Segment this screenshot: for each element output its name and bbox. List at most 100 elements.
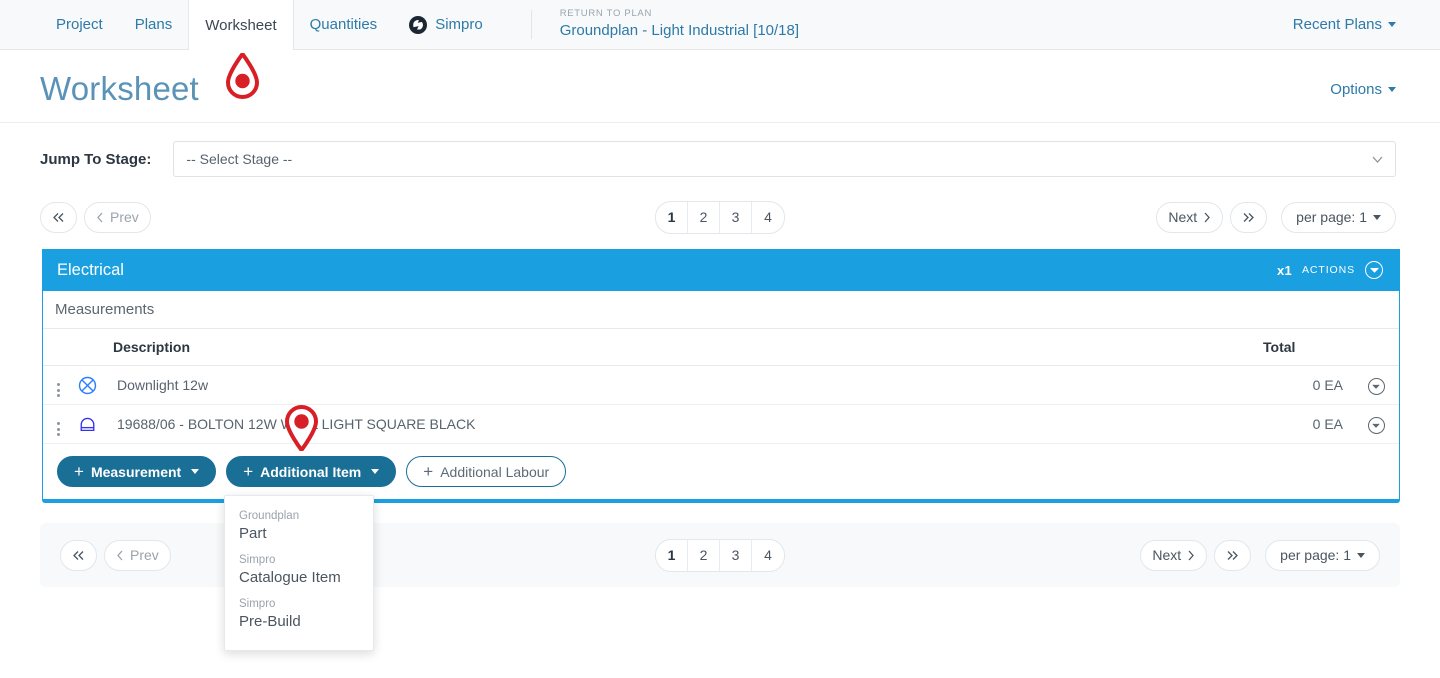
card-action-buttons: + Measurement + Additional Item + Additi… (43, 444, 1399, 502)
double-chevron-right-icon (1243, 212, 1255, 222)
pagination-right-top: Next per page: 1 (1149, 201, 1396, 233)
add-measurement-label: Measurement (90, 463, 182, 480)
row-expand-cell (1353, 365, 1399, 405)
row-kebab-menu-icon[interactable] (57, 422, 60, 436)
double-chevron-left-icon (73, 550, 84, 560)
row-expand-cell (1353, 404, 1399, 444)
first-page-button-top[interactable] (40, 201, 77, 233)
page-number-2[interactable]: 2 (688, 539, 720, 571)
top-navigation-bar: Project Plans Worksheet Quantities Simpr… (0, 0, 1440, 50)
row-description: Downlight 12w (113, 365, 1263, 405)
recent-plans-dropdown[interactable]: Recent Plans (1293, 0, 1440, 49)
chevron-down-icon (1388, 86, 1396, 92)
page-number-group-top: 1 2 3 4 (655, 200, 785, 234)
row-kebab-menu-icon[interactable] (57, 383, 60, 397)
nav-item-project[interactable]: Project (40, 0, 119, 49)
col-handle (43, 329, 77, 366)
recent-plans-label: Recent Plans (1292, 16, 1382, 33)
dropdown-group-label: Groundplan (239, 510, 300, 522)
add-measurement-button[interactable]: + Measurement (57, 456, 217, 487)
card-title: Electrical (57, 260, 124, 279)
nav-item-plans[interactable]: Plans (119, 0, 189, 49)
table-row[interactable]: 19688/06 - BOLTON 12W WALL LIGHT SQUARE … (43, 404, 1399, 444)
circle-x-icon (78, 376, 97, 394)
dropdown-item-pre-build[interactable]: Pre-Build (225, 611, 373, 636)
nav-item-label: Project (56, 16, 103, 33)
table-row[interactable]: Downlight 12w 0 EA (43, 365, 1399, 405)
worksheet-card-electrical: Electrical x1 ACTIONS Measurements Descr… (42, 249, 1400, 503)
next-page-button-top[interactable]: Next (1156, 201, 1224, 233)
pagination-right-bottom: Next per page: 1 (1133, 539, 1380, 571)
prev-label: Prev (110, 209, 139, 225)
dropdown-group-label: Simpro (239, 598, 276, 610)
card-header: Electrical x1 ACTIONS (43, 249, 1399, 291)
page-title-row: Worksheet Options (0, 50, 1440, 123)
prev-page-button-top[interactable]: Prev (84, 201, 151, 233)
row-total: 0 EA (1263, 404, 1353, 444)
double-chevron-right-icon (1227, 550, 1239, 560)
page-number-4[interactable]: 4 (752, 540, 784, 571)
last-page-button-bottom[interactable] (1214, 539, 1252, 571)
plus-icon: + (423, 462, 434, 481)
double-chevron-left-icon (53, 212, 64, 222)
jump-to-stage-row: Jump To Stage: -- Select Stage -- (0, 123, 1440, 193)
prev-label: Prev (130, 547, 159, 563)
nav-item-worksheet[interactable]: Worksheet (188, 0, 294, 50)
page-number-2[interactable]: 2 (688, 201, 720, 233)
page-number-4[interactable]: 4 (752, 202, 784, 233)
nav-item-label: Worksheet (205, 16, 277, 34)
page-title: Worksheet (40, 70, 199, 107)
pagination-top: Prev 1 2 3 4 Next per page: 1 (0, 193, 1440, 241)
chevron-down-icon (1372, 156, 1383, 163)
page-number-1[interactable]: 1 (656, 539, 688, 571)
return-to-plan-title: Groundplan - Light Industrial [10/18] (559, 22, 800, 40)
per-page-label: per page: 1 (1296, 209, 1367, 225)
row-expand-icon[interactable] (1367, 377, 1385, 395)
nav-items: Project Plans Worksheet Quantities Simpr… (40, 0, 499, 50)
add-additional-labour-button[interactable]: + Additional Labour (406, 456, 567, 487)
next-page-button-bottom[interactable]: Next (1140, 539, 1208, 571)
card-actions-label[interactable]: ACTIONS (1302, 264, 1355, 276)
options-label: Options (1330, 80, 1382, 98)
items-table: Description Total Downlight 12w 0 EA 196… (43, 329, 1399, 444)
stage-select-value: -- Select Stage -- (186, 151, 293, 167)
add-additional-item-button[interactable]: + Additional Item (226, 456, 397, 487)
row-menu-cell (43, 365, 77, 405)
return-to-plan-label: RETURN TO PLAN (559, 8, 653, 20)
last-page-button-top[interactable] (1230, 201, 1268, 233)
dropdown-item-part[interactable]: Part (225, 523, 373, 548)
page-number-group-bottom: 1 2 3 4 (655, 538, 785, 572)
bottom-pagination-wrapper: Prev 1 2 3 4 Next per page: 1 (0, 503, 1440, 587)
return-to-plan[interactable]: RETURN TO PLAN Groundplan - Light Indust… (560, 0, 799, 49)
row-total: 0 EA (1263, 365, 1353, 405)
per-page-dropdown-bottom[interactable]: per page: 1 (1265, 539, 1380, 571)
page-number-3[interactable]: 3 (720, 539, 752, 571)
stage-select[interactable]: -- Select Stage -- (173, 141, 1396, 177)
next-label: Next (1168, 209, 1198, 225)
chevron-down-icon (191, 469, 200, 474)
first-page-button-bottom[interactable] (60, 539, 97, 571)
per-page-dropdown-top[interactable]: per page: 1 (1281, 201, 1396, 233)
prev-page-button-bottom[interactable]: Prev (104, 539, 171, 571)
col-description: Description (113, 329, 1263, 366)
plus-icon: + (243, 462, 254, 481)
nav-item-simpro[interactable]: Simpro (393, 0, 499, 49)
jump-to-stage-label: Jump To Stage: (40, 150, 152, 168)
chevron-right-icon (1204, 212, 1211, 222)
chevron-down-icon (1388, 22, 1396, 27)
row-symbol-cell (77, 404, 113, 444)
page-number-1[interactable]: 1 (656, 201, 688, 233)
table-header-row: Description Total (43, 329, 1399, 366)
options-dropdown[interactable]: Options (1330, 81, 1396, 98)
card-quantity-badge: x1 (1276, 262, 1293, 278)
annotation-marker-pin (279, 401, 324, 451)
row-expand-icon[interactable] (1367, 416, 1385, 434)
card-actions-expand-icon[interactable] (1365, 261, 1383, 279)
nav-item-quantities[interactable]: Quantities (294, 0, 394, 49)
chevron-down-icon (1373, 214, 1381, 220)
page-number-3[interactable]: 3 (720, 201, 752, 233)
dropdown-item-catalogue-item[interactable]: Catalogue Item (225, 567, 373, 592)
chevron-down-icon (371, 469, 380, 474)
col-total: Total (1263, 329, 1353, 366)
chevron-left-icon (117, 550, 123, 560)
